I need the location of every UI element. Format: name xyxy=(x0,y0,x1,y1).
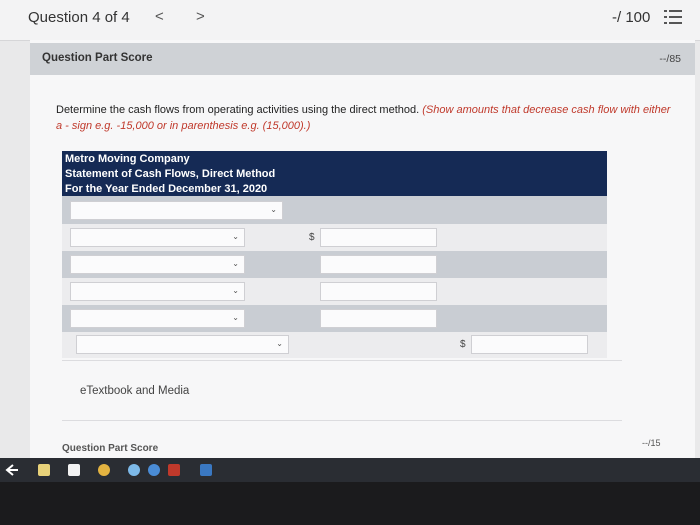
company-name: Metro Moving Company xyxy=(65,153,190,165)
app-icon[interactable] xyxy=(168,464,180,476)
question-part-score-label: Question Part Score xyxy=(62,443,159,454)
chevron-down-icon: ⌄ xyxy=(232,286,239,295)
table-row: ⌄ $ xyxy=(62,224,607,251)
statement-period: For the Year Ended December 31, 2020 xyxy=(65,183,268,195)
top-bar: Question 4 of 4 < > -/ 100 xyxy=(0,0,700,41)
total-label-select[interactable]: ⌄ xyxy=(76,335,289,354)
browser-icon[interactable] xyxy=(128,464,140,476)
screen-bezel xyxy=(0,482,700,525)
dollar-sign: $ xyxy=(460,339,466,350)
question-title: Question 4 of 4 xyxy=(28,9,130,26)
store-icon[interactable] xyxy=(68,464,80,476)
mail-icon[interactable] xyxy=(200,464,212,476)
table-row: ⌄ xyxy=(62,196,607,224)
amount-input[interactable] xyxy=(320,255,437,274)
question-part-score: --/85 xyxy=(659,53,681,65)
next-question-button[interactable]: > xyxy=(196,8,205,25)
statement-title: Statement of Cash Flows, Direct Method xyxy=(65,168,276,180)
chrome-icon[interactable] xyxy=(98,464,110,476)
chevron-down-icon: ⌄ xyxy=(232,259,239,268)
divider xyxy=(62,420,622,421)
chevron-down-icon: ⌄ xyxy=(232,313,239,322)
back-icon[interactable] xyxy=(5,464,19,476)
section-heading-select[interactable]: ⌄ xyxy=(70,201,283,220)
statement-header: Metro Moving Company Statement of Cash F… xyxy=(62,151,607,196)
previous-question-button[interactable]: < xyxy=(155,8,164,25)
table-row: ⌄ xyxy=(62,251,607,278)
amount-input[interactable] xyxy=(320,309,437,328)
line-item-select[interactable]: ⌄ xyxy=(70,228,245,247)
line-item-select[interactable]: ⌄ xyxy=(70,282,245,301)
instructions-main: Determine the cash flows from operating … xyxy=(56,104,420,116)
line-item-select[interactable]: ⌄ xyxy=(70,309,245,328)
table-row: ⌄ $ xyxy=(62,332,607,358)
chevron-down-icon: ⌄ xyxy=(276,339,283,348)
instructions: Determine the cash flows from operating … xyxy=(56,102,676,134)
file-explorer-icon[interactable] xyxy=(38,464,50,476)
question-part-header: Question Part Score --/85 xyxy=(30,43,695,75)
table-row: ⌄ xyxy=(62,278,607,305)
amount-input[interactable] xyxy=(320,282,437,301)
chevron-down-icon: ⌄ xyxy=(232,232,239,241)
total-amount-input[interactable] xyxy=(471,335,588,354)
line-item-select[interactable]: ⌄ xyxy=(70,255,245,274)
divider xyxy=(62,360,622,361)
taskbar xyxy=(0,458,700,482)
question-part-score-label: Question Part Score xyxy=(42,52,153,64)
dollar-sign: $ xyxy=(309,232,315,243)
question-list-icon[interactable] xyxy=(664,9,682,25)
amount-input[interactable] xyxy=(320,228,437,247)
edge-icon[interactable] xyxy=(148,464,160,476)
table-row: ⌄ xyxy=(62,305,607,332)
question-part-score: --/15 xyxy=(642,438,661,448)
total-score: -/ 100 xyxy=(612,9,651,26)
etextbook-media-link[interactable]: eTextbook and Media xyxy=(80,385,189,397)
chevron-down-icon: ⌄ xyxy=(270,205,277,214)
